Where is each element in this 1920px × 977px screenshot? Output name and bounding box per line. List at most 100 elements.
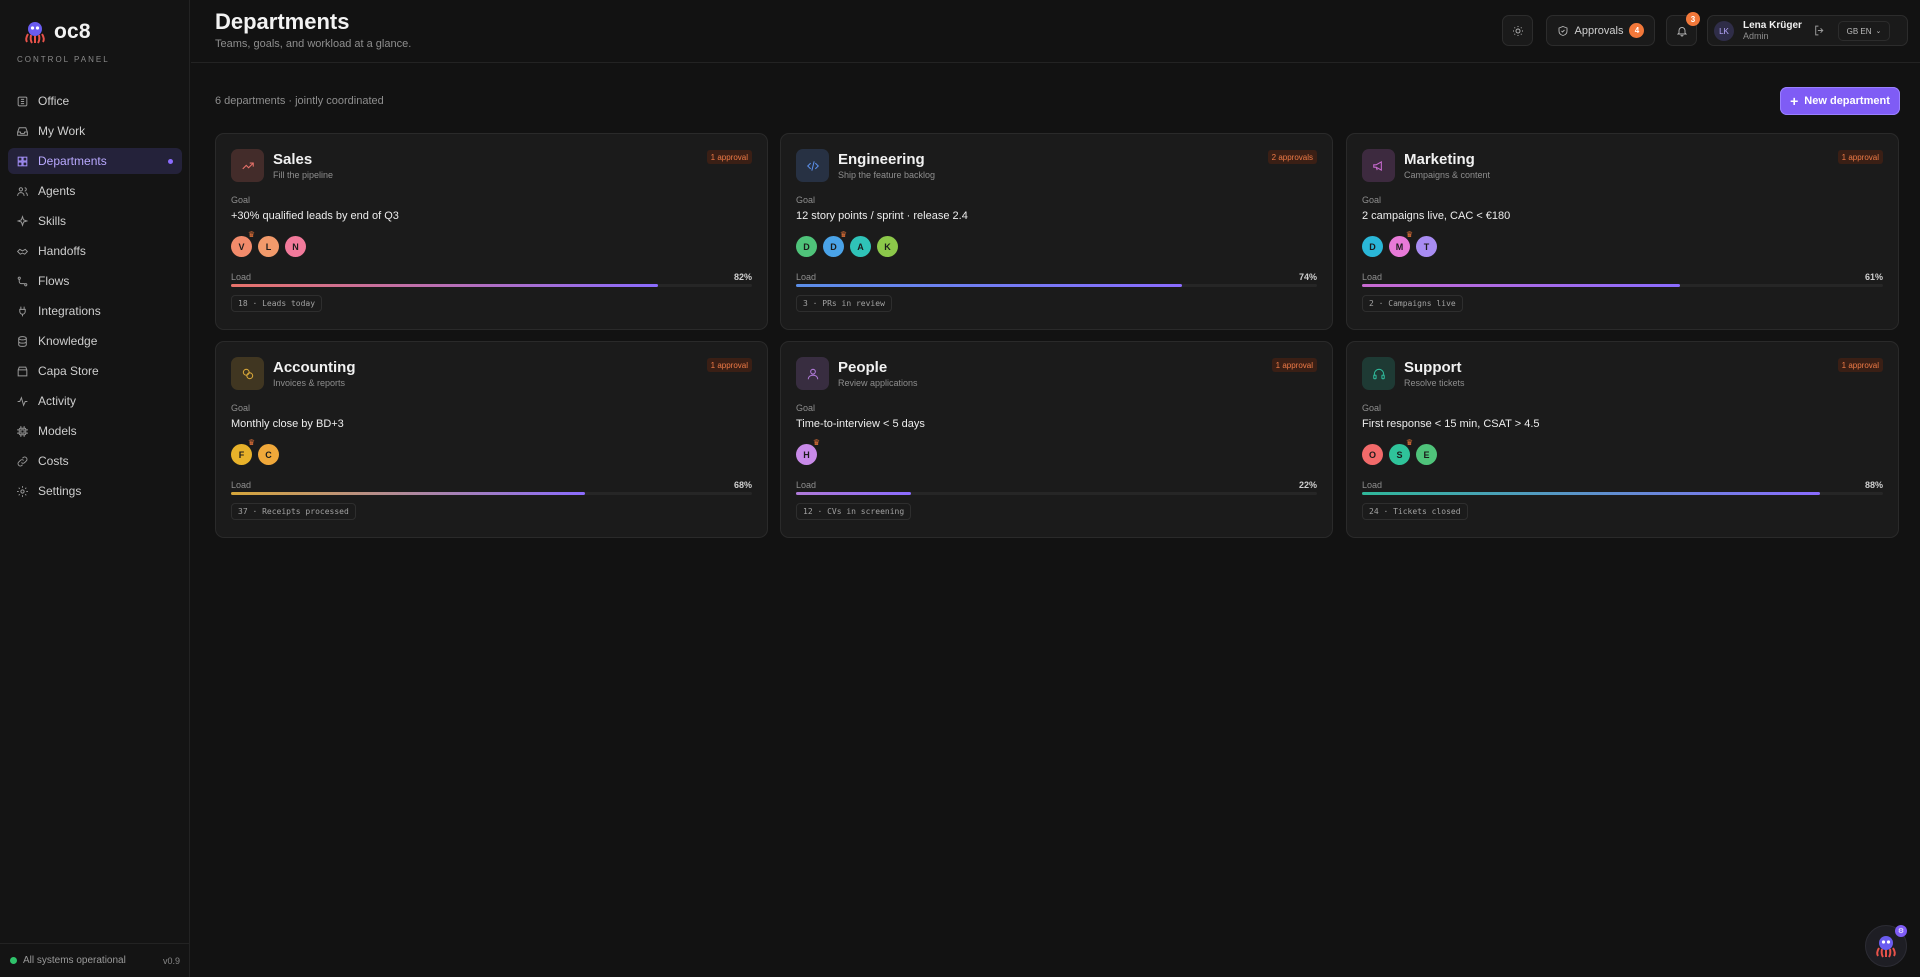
chevron-down-icon: ⌄ <box>1875 28 1882 35</box>
sidebar-item-label: Flows <box>38 274 70 288</box>
user-menu[interactable]: LK Lena Krüger Admin GB EN ⌄ <box>1707 15 1908 46</box>
member-avatar[interactable]: V ♛ <box>231 230 255 257</box>
sidebar-item-models[interactable]: Models <box>8 418 182 444</box>
load-bar-fill <box>796 284 1182 287</box>
octopus-icon <box>25 22 45 44</box>
sidebar-item-label: Departments <box>38 154 107 168</box>
active-indicator-icon <box>168 158 173 164</box>
member-avatar[interactable]: M ♛ <box>1389 230 1413 257</box>
sidebar-item-departments[interactable]: Departments <box>8 148 182 174</box>
member-avatar[interactable]: D ♛ <box>823 230 847 257</box>
goal-label: Goal <box>796 403 816 413</box>
goal-label: Goal <box>1362 195 1382 205</box>
member-initial: L <box>265 241 272 252</box>
approval-badge[interactable]: 1 approval <box>706 150 752 164</box>
approval-badge[interactable]: 1 approval <box>706 358 752 372</box>
theme-toggle-button[interactable] <box>1502 15 1533 46</box>
sidebar-item-agents[interactable]: Agents <box>8 178 182 204</box>
page-title: Departments <box>215 9 350 34</box>
code-icon <box>806 160 819 171</box>
member-avatar[interactable]: O <box>1362 444 1383 465</box>
plus-icon: + <box>1790 93 1799 109</box>
departments-count: 6 departments · jointly coordinated <box>215 95 384 107</box>
sidebar-item-office[interactable]: Office <box>8 88 182 114</box>
trending-up-icon <box>241 162 254 169</box>
sun-icon <box>1512 25 1523 36</box>
metric-tag: 37 · Receipts processed <box>231 503 356 520</box>
sidebar-item-knowledge[interactable]: Knowledge <box>8 328 182 354</box>
member-avatar[interactable]: S ♛ <box>1389 438 1413 465</box>
load-bar <box>1362 492 1883 495</box>
department-description: Ship the feature backlog <box>838 170 936 180</box>
bell-icon <box>1676 26 1687 36</box>
language-select[interactable]: GB EN ⌄ <box>1838 21 1890 41</box>
member-avatars: F ♛ C <box>231 438 279 465</box>
member-avatar[interactable]: K <box>877 236 898 257</box>
member-avatar[interactable]: A <box>850 236 871 257</box>
load-label: Load <box>796 272 817 282</box>
member-avatar[interactable]: E <box>1416 444 1437 465</box>
approval-badge[interactable]: 1 approval <box>1837 358 1883 372</box>
sidebar-item-handoffs[interactable]: Handoffs <box>8 238 182 264</box>
member-avatar[interactable]: C <box>258 444 279 465</box>
user-icon <box>807 368 818 379</box>
department-name: Accounting <box>273 359 356 376</box>
load-value: 22% <box>1298 480 1317 490</box>
sidebar-item-costs[interactable]: Costs <box>8 448 182 474</box>
member-avatar[interactable]: D <box>796 236 817 257</box>
member-avatar[interactable]: D <box>1362 236 1383 257</box>
member-avatar[interactable]: N <box>285 236 306 257</box>
brand[interactable]: oc8 <box>22 19 91 45</box>
sidebar-item-flows[interactable]: Flows <box>8 268 182 294</box>
notifications-button[interactable]: 3 <box>1666 12 1700 46</box>
approval-badge[interactable]: 1 approval <box>1271 358 1317 372</box>
load-bar-fill <box>1362 284 1680 287</box>
department-icon-tile <box>796 149 829 182</box>
sidebar-item-my-work[interactable]: My Work <box>8 118 182 144</box>
department-card-accounting[interactable]: Accounting Invoices & reports 1 approval Go… <box>215 341 768 538</box>
goal-text: 2 campaigns live, CAC < €180 <box>1362 210 1511 222</box>
sidebar-item-activity[interactable]: Activity <box>8 388 182 414</box>
department-description: Review applications <box>838 378 918 388</box>
sidebar-item-settings[interactable]: Settings <box>8 478 182 504</box>
handshake-icon <box>16 248 29 255</box>
load-value: 88% <box>1864 480 1883 490</box>
load-value: 61% <box>1864 272 1883 282</box>
member-avatars: V ♛ L N <box>231 230 306 257</box>
logout-icon[interactable] <box>1813 24 1826 37</box>
department-card-marketing[interactable]: Marketing Campaigns & content 1 approval Go… <box>1346 133 1899 330</box>
sidebar-item-integrations[interactable]: Integrations <box>8 298 182 324</box>
load-label: Load <box>231 480 252 490</box>
sidebar-item-label: Integrations <box>38 304 101 318</box>
load-bar <box>1362 284 1883 287</box>
assistant-button[interactable]: ⚙ <box>1865 925 1907 967</box>
version-label: v0.9 <box>162 955 180 966</box>
member-avatar[interactable]: L <box>258 236 279 257</box>
load-value: 68% <box>733 480 752 490</box>
sidebar-item-label: Settings <box>38 484 82 498</box>
member-avatar[interactable]: F ♛ <box>231 438 255 465</box>
goal-label: Goal <box>796 195 816 205</box>
metric-tag: 18 · Leads today <box>231 295 323 312</box>
department-card-people[interactable]: People Review applications 1 approval Goal T… <box>780 341 1333 538</box>
shield-check-icon <box>1558 25 1567 36</box>
sidebar-item-label: Agents <box>38 184 76 198</box>
new-department-button[interactable]: + New department <box>1780 87 1900 115</box>
approvals-button[interactable]: Approvals 4 <box>1546 15 1655 46</box>
approval-badge[interactable]: 2 approvals <box>1267 150 1317 164</box>
department-card-sales[interactable]: Sales Fill the pipeline 1 approval Goal +30%… <box>215 133 768 330</box>
approval-badge[interactable]: 1 approval <box>1837 150 1883 164</box>
load-bar <box>796 284 1317 287</box>
department-icon-tile <box>1362 149 1395 182</box>
department-card-support[interactable]: Support Resolve tickets 1 approval Goal Firs… <box>1346 341 1899 538</box>
department-card-engineering[interactable]: Engineering Ship the feature backlog 2 app… <box>780 133 1333 330</box>
member-avatar[interactable]: H ♛ <box>796 438 820 465</box>
grid-icon <box>17 156 28 166</box>
goal-text: First response < 15 min, CSAT > 4.5 <box>1362 418 1540 430</box>
notifications-count-badge: 3 <box>1686 12 1700 26</box>
sidebar-item-skills[interactable]: Skills <box>8 208 182 234</box>
member-avatar[interactable]: T <box>1416 236 1437 257</box>
user-role: Admin <box>1743 31 1769 41</box>
sidebar-item-label: Office <box>38 94 70 108</box>
sidebar-item-capa-store[interactable]: Capa Store <box>8 358 182 384</box>
